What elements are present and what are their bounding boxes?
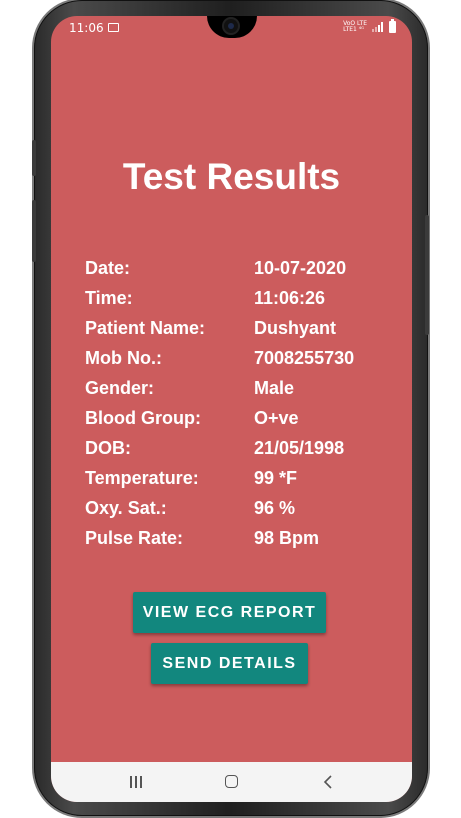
result-label: Time: [85, 288, 133, 308]
result-label: Date: [85, 258, 131, 278]
result-label: Temperature: [85, 468, 199, 488]
result-label: Mob No.: [85, 348, 162, 368]
result-value: 21/05/1998 [254, 438, 345, 458]
front-camera-icon [224, 19, 238, 33]
result-value: 10-07-2020 [254, 258, 347, 278]
result-value: 99 *F [254, 468, 298, 488]
network-type-indicator: VoO LTE LTE1 ⁴ᴳ [343, 21, 367, 33]
result-value: 7008255730 [254, 348, 355, 368]
status-indicators: VoO LTE LTE1 ⁴ᴳ [343, 19, 396, 33]
send-details-button[interactable]: SEND DETAILS [151, 643, 308, 684]
recent-apps-icon[interactable] [130, 776, 142, 788]
network-bottom-label: LTE1 ⁴ᴳ [343, 26, 365, 33]
image-notification-icon [108, 23, 119, 32]
result-label: Gender: [85, 378, 155, 398]
navigation-bar [51, 762, 412, 802]
home-icon[interactable] [225, 775, 238, 788]
page-title: Test Results [122, 156, 341, 197]
signal-icon [372, 22, 384, 32]
volume-button [32, 140, 36, 176]
result-label: Patient Name: [85, 318, 206, 338]
view-ecg-report-button[interactable]: VIEW ECG REPORT [133, 592, 326, 633]
result-label: Pulse Rate: [85, 528, 184, 548]
app-screen: 11:06 VoO LTE LTE1 ⁴ᴳ Test Results Date:… [51, 16, 412, 802]
result-value: O+ve [254, 408, 299, 428]
battery-icon [389, 19, 396, 33]
status-time: 11:06 [69, 21, 104, 35]
result-value: Dushyant [254, 318, 337, 338]
power-button [425, 215, 429, 335]
result-label: Oxy. Sat.: [85, 498, 167, 518]
result-value: 11:06:26 [254, 288, 326, 308]
result-value: 96 % [254, 498, 296, 518]
result-label: Blood Group: [85, 408, 201, 428]
result-value: 98 Bpm [254, 528, 320, 548]
result-label: DOB: [85, 438, 131, 458]
volume-button-lower [32, 200, 36, 262]
back-icon[interactable] [322, 775, 336, 789]
result-value: Male [254, 378, 295, 398]
